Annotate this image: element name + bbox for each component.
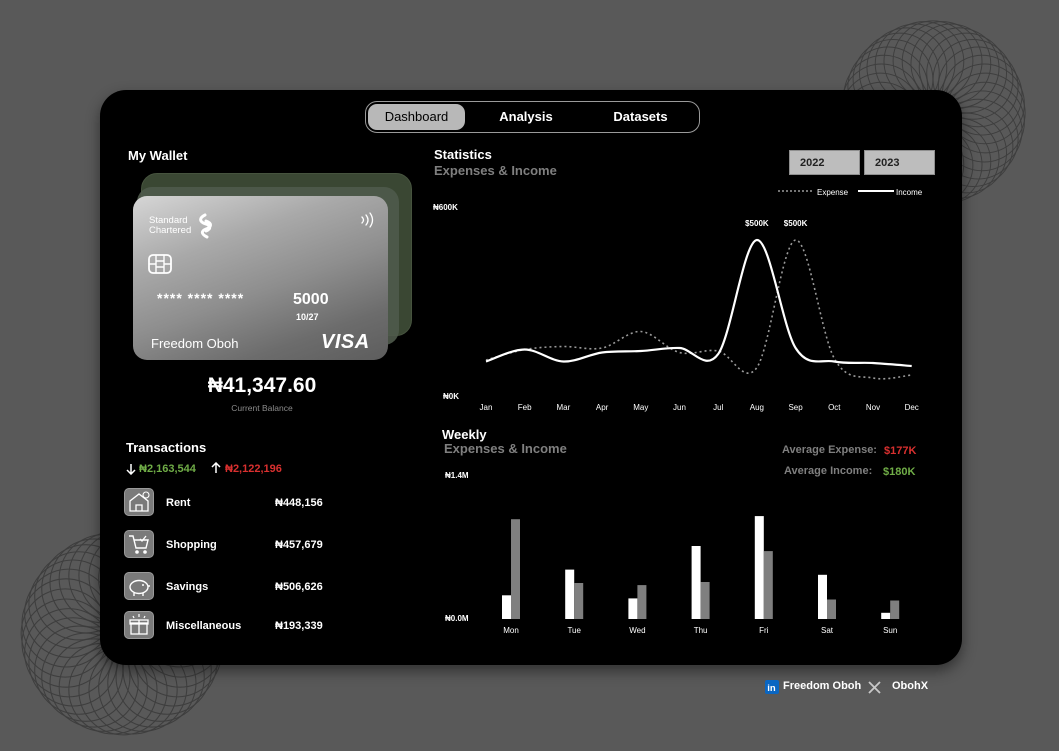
weekly-bar <box>763 551 773 619</box>
weekly-bar <box>818 574 827 619</box>
day-tick-label: Wed <box>629 626 646 635</box>
day-tick-label: Thu <box>693 626 708 635</box>
weekly-bar <box>574 583 584 619</box>
weekly-bar <box>691 546 701 619</box>
weekly-bar <box>700 582 710 619</box>
weekly-bar <box>637 585 647 619</box>
day-tick-label: Mon <box>503 626 519 635</box>
linkedin-name[interactable]: Freedom Oboh <box>783 680 861 692</box>
svg-text:in: in <box>767 683 776 694</box>
day-tick-label: Tue <box>567 626 581 635</box>
weekly-bar <box>511 519 520 619</box>
weekly-bar <box>890 600 900 619</box>
x-handle[interactable]: ObohX <box>892 680 928 692</box>
weekly-bar <box>754 516 764 619</box>
dashboard-panel: Dashboard Analysis Datasets My Wallet St… <box>100 90 962 665</box>
x-logo-icon[interactable] <box>868 681 881 694</box>
weekly-bar <box>502 595 511 619</box>
weekly-bar <box>827 599 836 619</box>
day-tick-label: Fri <box>759 626 769 635</box>
weekly-bar-chart <box>502 516 900 619</box>
weekly-bar <box>881 612 891 619</box>
day-tick-label: Sat <box>820 626 833 635</box>
weekly-bar <box>565 569 575 619</box>
weekly-bar <box>628 598 638 619</box>
linkedin-icon[interactable]: in <box>765 680 779 694</box>
day-tick-label: Sun <box>883 626 898 635</box>
